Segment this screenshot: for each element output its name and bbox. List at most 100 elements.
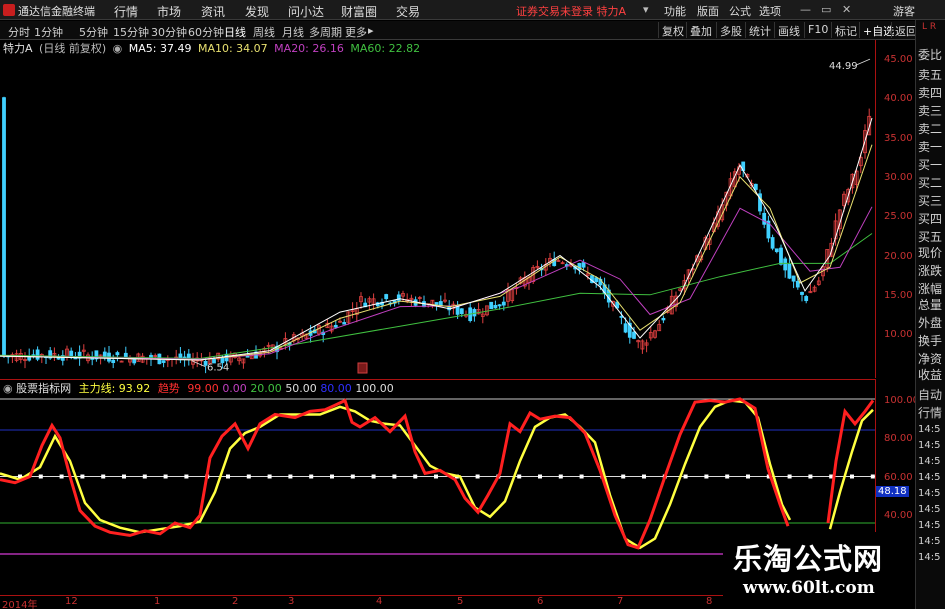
tab-more[interactable]: 更多 bbox=[345, 24, 367, 40]
date-label: 3 bbox=[288, 596, 295, 607]
trend-line bbox=[0, 399, 792, 550]
stats-button[interactable]: 统计 bbox=[745, 22, 774, 38]
date-label: 7 bbox=[617, 596, 624, 607]
tab-quote[interactable]: 行情 bbox=[918, 404, 942, 421]
menu-item-ask[interactable]: 问小达 bbox=[288, 3, 324, 20]
level-50-dot bbox=[38, 474, 43, 479]
level-50-dot bbox=[80, 474, 85, 479]
quote-field-label: 买二 bbox=[918, 176, 943, 190]
chart-info-line: 特力A (日线 前复权) ◉ MA5: 37.49 MA10: 34.07 MA… bbox=[0, 40, 423, 56]
minimize-icon[interactable]: — bbox=[800, 3, 811, 16]
level-50-dot bbox=[579, 474, 584, 479]
price-axis-label: 15.00 bbox=[884, 290, 913, 301]
tab-auto[interactable]: 自动 bbox=[918, 386, 942, 403]
candle-body bbox=[115, 352, 120, 356]
level-50-dot bbox=[309, 474, 314, 479]
tick-time: 14:5 bbox=[918, 472, 941, 483]
tab-multi-period[interactable]: 多周期 bbox=[309, 24, 342, 40]
mark-button[interactable]: 标记 bbox=[831, 22, 860, 38]
indicator-axis-label: 100.00 bbox=[884, 395, 919, 406]
candlestick-chart[interactable]: 44.99 6.54 bbox=[0, 40, 875, 378]
candle-body bbox=[783, 258, 788, 271]
restore-icon[interactable]: ▭ bbox=[821, 3, 831, 16]
more-dropdown-icon[interactable]: ▸ bbox=[368, 24, 374, 37]
watermark: 乐淘公式网 www.60lt.com bbox=[723, 532, 913, 604]
menu-item-discover[interactable]: 发现 bbox=[245, 3, 269, 20]
tab-60min[interactable]: 60分钟 bbox=[188, 24, 224, 40]
tab-5min[interactable]: 5分钟 bbox=[79, 24, 108, 40]
quote-field-label: 卖五 bbox=[918, 68, 943, 82]
indicator-settings-icon[interactable]: ◉ bbox=[3, 382, 13, 395]
menu-item-markets[interactable]: 市场 bbox=[157, 3, 181, 20]
level-50-dot bbox=[371, 474, 376, 479]
settings-icon[interactable]: ◉ bbox=[113, 42, 123, 55]
menu-item-layout[interactable]: 版面 bbox=[697, 3, 719, 19]
menu-dropdown-icon[interactable]: ▾ bbox=[643, 3, 649, 16]
price-axis-label: 10.00 bbox=[884, 329, 913, 340]
level-50-dot bbox=[434, 474, 438, 479]
adjust-button[interactable]: 复权 bbox=[658, 22, 687, 38]
login-warning[interactable]: 证券交易未登录 特力A bbox=[516, 3, 626, 19]
menu-item-function[interactable]: 功能 bbox=[664, 3, 686, 19]
price-low-marker: 6.54 bbox=[207, 363, 229, 374]
date-label: 2014年 bbox=[2, 600, 38, 609]
level-50: 50.00 bbox=[285, 382, 317, 395]
level-50-dot bbox=[725, 474, 730, 479]
close-icon[interactable]: ✕ bbox=[842, 3, 851, 16]
candle-body bbox=[69, 350, 74, 357]
tab-intraday[interactable]: 分时 bbox=[8, 24, 30, 40]
date-label: 2 bbox=[232, 596, 239, 607]
date-label: 12 bbox=[65, 596, 78, 607]
tab-1min[interactable]: 1分钟 bbox=[34, 24, 63, 40]
price-axis-label: 45.00 bbox=[884, 54, 913, 65]
quote-field-label: 涨跌 bbox=[918, 264, 943, 278]
level-50-dot bbox=[101, 474, 106, 479]
main-force-value: 主力线: 93.92 bbox=[78, 382, 151, 395]
level-20: 20.00 bbox=[250, 382, 282, 395]
price-axis-label: 40.00 bbox=[884, 93, 913, 104]
multi-stock-button[interactable]: 多股 bbox=[716, 22, 745, 38]
level-50-dot bbox=[246, 474, 251, 479]
app-title: 通达信金融终端 bbox=[18, 5, 95, 18]
menu-item-options[interactable]: 选项 bbox=[759, 3, 781, 19]
menu-item-news[interactable]: 资讯 bbox=[201, 3, 225, 20]
quote-field-label: 买五 bbox=[918, 230, 943, 244]
candle-body bbox=[333, 324, 338, 328]
candle-body bbox=[434, 302, 439, 305]
level-50-dot bbox=[787, 474, 792, 479]
candle-body bbox=[489, 301, 494, 310]
quote-field-label: 卖二 bbox=[918, 122, 943, 136]
f10-button[interactable]: F10 bbox=[804, 22, 831, 38]
tab-daily[interactable]: 日线 bbox=[224, 24, 246, 40]
candle-body bbox=[35, 349, 40, 360]
quote-field-label: 涨幅 bbox=[918, 282, 943, 296]
price-high-marker: 44.99 bbox=[829, 61, 858, 72]
quote-field-label: 卖一 bbox=[918, 140, 943, 154]
menu-item-market[interactable]: 行情 bbox=[114, 3, 138, 20]
tab-monthly[interactable]: 月线 bbox=[282, 24, 304, 40]
indicator-name: 股票指标网 bbox=[16, 382, 72, 395]
ma10-line bbox=[0, 144, 873, 361]
candle-body bbox=[581, 262, 586, 268]
quote-field-label: 换手 bbox=[918, 334, 943, 348]
side-panel-toggle[interactable]: L R bbox=[922, 22, 936, 32]
menu-item-trade[interactable]: 交易 bbox=[396, 3, 420, 20]
level-50-dot bbox=[850, 474, 854, 479]
tab-weekly[interactable]: 周线 bbox=[253, 24, 275, 40]
quote-field-label: 净资 bbox=[918, 352, 943, 366]
candle-body bbox=[501, 301, 506, 306]
draw-line-button[interactable]: 画线 bbox=[774, 22, 803, 38]
date-label: 6 bbox=[537, 596, 544, 607]
guest-label[interactable]: 游客 bbox=[893, 3, 915, 19]
candle-body bbox=[111, 359, 116, 364]
overlay-button[interactable]: 叠加 bbox=[686, 22, 715, 38]
app-logo-icon bbox=[3, 4, 15, 16]
menu-item-wealth[interactable]: 财富圈 bbox=[341, 3, 377, 20]
candle-body bbox=[623, 323, 628, 333]
tab-15min[interactable]: 15分钟 bbox=[113, 24, 149, 40]
level-50-dot bbox=[122, 474, 126, 479]
ma20-value: MA20: 26.16 bbox=[274, 42, 344, 55]
menu-item-formula[interactable]: 公式 bbox=[729, 3, 751, 19]
tab-30min[interactable]: 30分钟 bbox=[151, 24, 187, 40]
main-force-line-recent bbox=[826, 399, 875, 524]
